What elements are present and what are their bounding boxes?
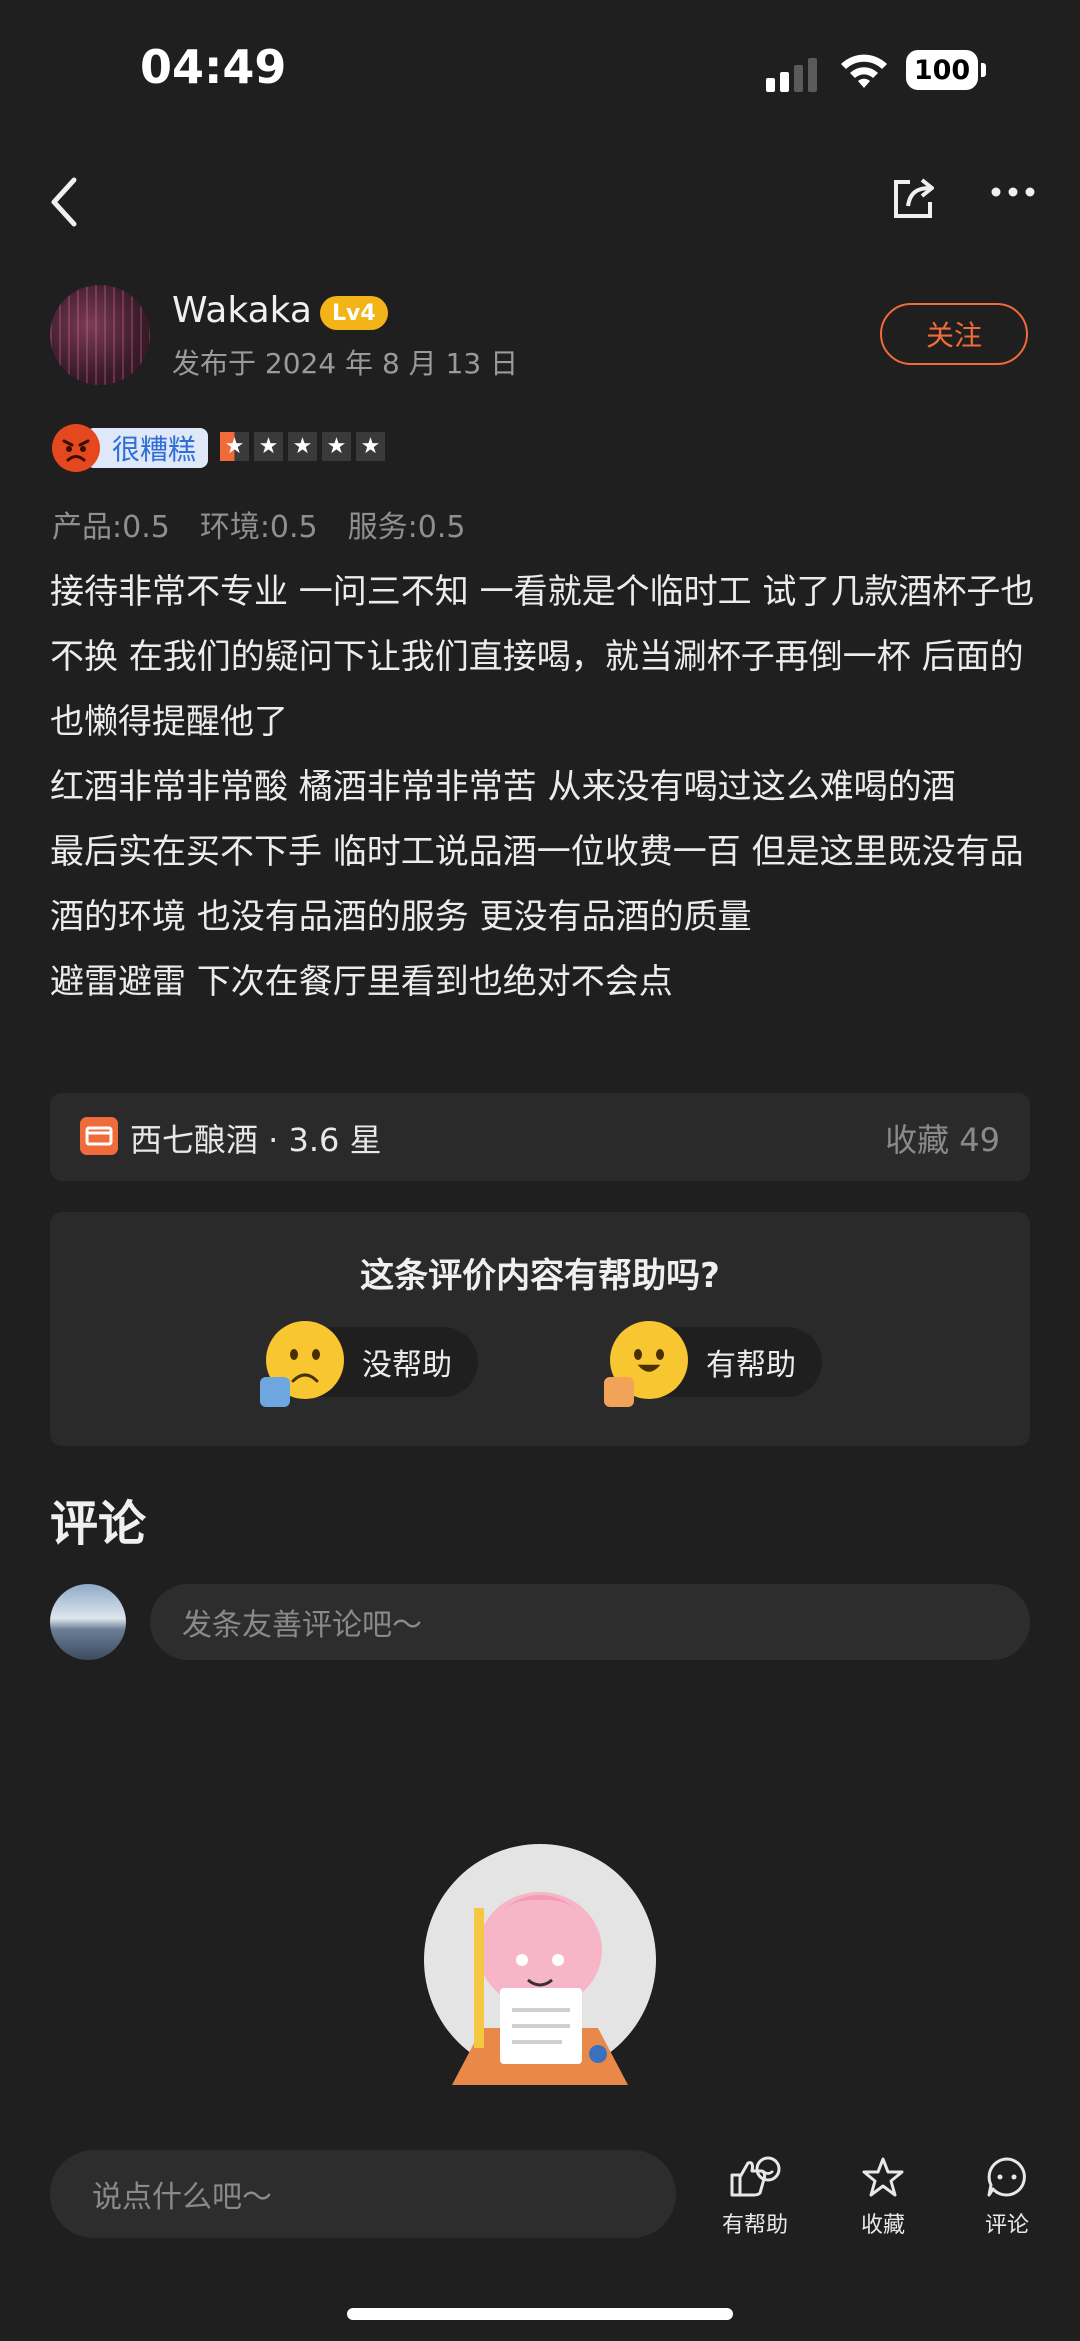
review-paragraph: 接待非常不专业 一问三不知 一看就是个临时工 试了几款酒杯子也不换 在我们的疑问… bbox=[50, 572, 1035, 742]
bottom-comment-label: 评论 bbox=[984, 2213, 1029, 2238]
bottom-helpful-button[interactable]: 有帮助 bbox=[700, 2155, 810, 2239]
username[interactable]: Wakaka bbox=[172, 290, 312, 331]
battery-indicator: 100 bbox=[906, 50, 986, 90]
sad-face-icon bbox=[260, 1321, 344, 1407]
review-body: 接待非常不专业 一问三不知 一看就是个临时工 试了几款酒杯子也不换 在我们的疑问… bbox=[50, 560, 1035, 1015]
share-icon[interactable] bbox=[888, 172, 940, 224]
happy-face-icon bbox=[604, 1321, 688, 1407]
bottom-comment-button[interactable]: 评论 bbox=[952, 2155, 1062, 2239]
thumbs-down-icon bbox=[260, 1377, 290, 1407]
score-product: 产品:0.5 bbox=[52, 510, 170, 545]
thumbs-up-icon bbox=[604, 1377, 634, 1407]
shop-name[interactable]: 西七酿酒 · 3.6 星 bbox=[130, 1115, 382, 1161]
user-avatar[interactable] bbox=[50, 285, 150, 385]
comment-input[interactable]: 发条友善评论吧～ bbox=[150, 1584, 1030, 1660]
my-avatar bbox=[50, 1584, 126, 1660]
shop-favorite-count: 收藏 49 bbox=[885, 1121, 1000, 1159]
score-environment: 环境:0.5 bbox=[199, 510, 318, 545]
bottom-favorite-button[interactable]: 收藏 bbox=[828, 2155, 938, 2239]
star-icon: ★ bbox=[220, 432, 249, 461]
status-time: 04:49 bbox=[140, 40, 287, 94]
comments-title: 评论 bbox=[50, 1496, 147, 1552]
not-helpful-label: 没帮助 bbox=[362, 1348, 452, 1383]
level-badge: Lv4 bbox=[320, 296, 388, 330]
more-icon[interactable] bbox=[990, 186, 1036, 198]
home-indicator bbox=[347, 2308, 733, 2320]
sub-scores: 产品:0.5 环境:0.5 服务:0.5 bbox=[52, 502, 465, 546]
angry-face-icon bbox=[52, 424, 100, 472]
review-paragraph: 避雷避雷 下次在餐厅里看到也绝对不会点 bbox=[50, 962, 673, 1002]
bottom-helpful-label: 有帮助 bbox=[721, 2213, 788, 2238]
star-icon: ★ bbox=[356, 432, 385, 461]
helpful-card: 这条评价内容有帮助吗? 没帮助 有帮助 bbox=[50, 1212, 1030, 1446]
back-icon[interactable] bbox=[44, 172, 84, 232]
shop-icon bbox=[80, 1117, 118, 1155]
star-icon: ★ bbox=[288, 432, 317, 461]
bottom-favorite-label: 收藏 bbox=[860, 2213, 905, 2238]
wifi-icon bbox=[841, 54, 887, 88]
helpful-label: 有帮助 bbox=[706, 1348, 796, 1383]
helpful-button[interactable]: 有帮助 bbox=[604, 1321, 822, 1407]
not-helpful-button[interactable]: 没帮助 bbox=[260, 1321, 478, 1407]
star-outline-icon bbox=[862, 2157, 904, 2197]
review-paragraph: 红酒非常非常酸 橘酒非常非常苦 从来没有喝过这么难喝的酒 bbox=[50, 767, 956, 807]
score-service: 服务:0.5 bbox=[347, 510, 466, 545]
thumbs-up-smile-icon bbox=[730, 2156, 781, 2197]
say-something-input[interactable]: 说点什么吧～ bbox=[50, 2150, 676, 2238]
cellular-signal-icon bbox=[766, 56, 820, 92]
empty-comments-illustration bbox=[424, 1844, 656, 2085]
follow-button[interactable]: 关注 bbox=[880, 303, 1028, 365]
comment-bubble-icon bbox=[987, 2157, 1026, 2197]
publish-date: 发布于 2024 年 8 月 13 日 bbox=[172, 347, 519, 380]
rating-label: 很糟糕 bbox=[86, 428, 209, 468]
star-icon: ★ bbox=[254, 432, 283, 461]
helpful-question: 这条评价内容有帮助吗? bbox=[360, 1256, 720, 1296]
star-rating: ★ ★ ★ ★ ★ bbox=[220, 432, 385, 461]
star-icon: ★ bbox=[322, 432, 351, 461]
review-paragraph: 最后实在买不下手 临时工说品酒一位收费一百 但是这里既没有品酒的环境 也没有品酒… bbox=[50, 832, 1024, 937]
shop-card[interactable]: 西七酿酒 · 3.6 星 收藏 49 bbox=[50, 1093, 1030, 1181]
